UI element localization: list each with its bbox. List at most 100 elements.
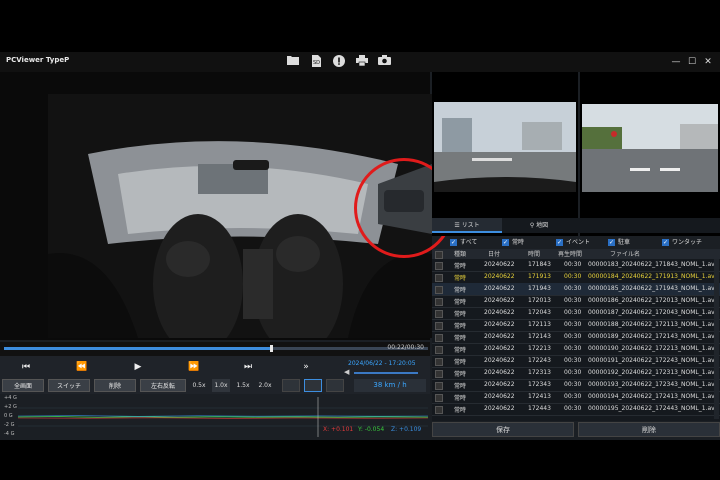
filter-event[interactable]: ✓ イベント	[556, 237, 590, 246]
cell-filename: 00000186_20240622_172013_NOML_1.avi	[588, 297, 717, 304]
cell-time: 172443	[528, 405, 551, 412]
filter-parking-label: 駐車	[618, 239, 631, 246]
header-time[interactable]: 時間	[528, 249, 540, 258]
row-checkbox[interactable]	[435, 286, 443, 294]
cell-duration: 00:30	[564, 357, 582, 364]
save-button[interactable]: 保存	[432, 422, 574, 437]
cell-type: 常時	[454, 263, 467, 270]
delete-clip-button[interactable]: 削除	[94, 379, 136, 392]
time-readout: 00:22/00:30	[387, 344, 424, 351]
tab-list[interactable]: ☰ リスト	[432, 218, 502, 233]
table-scrollbar[interactable]	[714, 259, 719, 419]
g-sensor-panel: +4 G +2 G 0 G -2 G -4 G X: +0.101 Y: -0.…	[0, 394, 430, 440]
app-title: PCViewer TypeP	[6, 56, 70, 64]
filter-all-label: すべて	[460, 239, 478, 246]
speed-1-5x[interactable]: 1.5x	[234, 379, 252, 392]
header-date[interactable]: 日付	[488, 249, 500, 258]
g-z-readout: Z: +0.109	[391, 426, 422, 433]
speaker-icon[interactable]: ◀	[344, 368, 349, 376]
header-filename[interactable]: ファイル名	[610, 249, 640, 258]
seek-handle[interactable]	[270, 345, 274, 352]
view-mode-main-button[interactable]	[304, 379, 322, 392]
cell-filename: 00000190_20240622_172213_NOML_1.avi	[588, 345, 717, 352]
viewer-window: PCViewer TypeP SD — ☐ ✕ 00:22/00:30 ⏮ ⏪ …	[0, 52, 720, 440]
filter-all[interactable]: ✓ すべて	[450, 237, 477, 246]
cell-date: 20240622	[484, 381, 515, 388]
cell-time: 172313	[528, 369, 551, 376]
row-checkbox[interactable]	[435, 346, 443, 354]
filter-normal[interactable]: ✓ 常時	[502, 237, 524, 246]
row-checkbox[interactable]	[435, 382, 443, 390]
row-checkbox[interactable]	[435, 394, 443, 402]
header-type[interactable]: 種類	[454, 249, 466, 258]
alert-icon[interactable]	[332, 55, 346, 69]
cell-type: 常時	[454, 359, 467, 366]
row-checkbox[interactable]	[435, 298, 443, 306]
view-mode-single-button[interactable]	[282, 379, 300, 392]
sd-card-icon[interactable]: SD	[309, 55, 323, 69]
rear-camera-view[interactable]	[580, 72, 720, 236]
row-checkbox[interactable]	[435, 322, 443, 330]
check-icon: ✓	[662, 239, 669, 246]
row-checkbox[interactable]	[435, 262, 443, 270]
cell-filename: 00000193_20240622_172343_NOML_1.avi	[588, 381, 717, 388]
folder-icon[interactable]	[286, 55, 300, 69]
row-checkbox[interactable]	[435, 274, 443, 282]
cell-time: 172243	[528, 357, 551, 364]
close-button[interactable]: ✕	[702, 55, 714, 69]
cell-date: 20240622	[484, 357, 515, 364]
row-checkbox[interactable]	[435, 358, 443, 366]
front-camera-view[interactable]	[432, 72, 578, 236]
next-file-button[interactable]: ⏭	[238, 360, 258, 374]
cell-duration: 00:30	[564, 285, 582, 292]
row-checkbox[interactable]	[435, 370, 443, 378]
list-actions: 保存 削除	[432, 422, 720, 438]
cell-duration: 00:30	[564, 345, 582, 352]
fullscreen-button[interactable]: 全画面	[2, 379, 44, 392]
cell-filename: 00000183_20240622_171843_NOML_1.avi	[588, 261, 717, 268]
cell-time: 172413	[528, 393, 551, 400]
camera-icon[interactable]	[377, 55, 391, 69]
check-icon: ✓	[502, 239, 509, 246]
print-icon[interactable]	[355, 55, 369, 69]
volume-slider[interactable]	[354, 372, 418, 374]
cell-time: 171913	[528, 273, 551, 280]
switch-button[interactable]: スイッチ	[48, 379, 90, 392]
view-mode-split-button[interactable]	[326, 379, 344, 392]
skip-button[interactable]: »	[296, 360, 316, 374]
mirror-button[interactable]: 左右反転	[140, 379, 186, 392]
delete-button[interactable]: 削除	[578, 422, 720, 437]
tab-list-label: リスト	[461, 222, 480, 229]
table-header: 種類 日付 時間 再生時間 ファイル名	[432, 249, 720, 259]
cell-type: 常時	[454, 275, 467, 282]
speed-0-5x[interactable]: 0.5x	[190, 379, 208, 392]
cell-type: 常時	[454, 287, 467, 294]
row-checkbox[interactable]	[435, 334, 443, 342]
volume-control[interactable]: ◀	[344, 368, 418, 376]
select-all-checkbox[interactable]	[435, 251, 443, 259]
fast-forward-button[interactable]: ⏩	[184, 360, 204, 374]
rewind-button[interactable]: ⏪	[72, 360, 92, 374]
previous-file-button[interactable]: ⏮	[16, 360, 36, 374]
tab-map[interactable]: ⚲ 地図	[504, 218, 574, 233]
filter-row: ✓ すべて ✓ 常時 ✓ イベント ✓ 駐車 ✓ ワンタッチ	[432, 235, 720, 249]
cell-date: 20240622	[484, 321, 515, 328]
minimize-button[interactable]: —	[670, 55, 682, 69]
row-checkbox[interactable]	[435, 310, 443, 318]
speed-2-0x[interactable]: 2.0x	[256, 379, 274, 392]
speed-1-0x[interactable]: 1.0x	[212, 379, 230, 392]
check-icon: ✓	[608, 239, 615, 246]
header-duration[interactable]: 再生時間	[558, 249, 582, 258]
table-row[interactable]: 常時 20240622 172443 00:30 00000195_20240622_1…	[432, 403, 720, 416]
row-checkbox[interactable]	[435, 406, 443, 414]
filter-parking[interactable]: ✓ 駐車	[608, 237, 630, 246]
cell-filename: 00000185_20240622_171943_NOML_1.avi	[588, 285, 717, 292]
filter-one-touch[interactable]: ✓ ワンタッチ	[662, 237, 702, 246]
seek-bar[interactable]	[4, 345, 428, 352]
maximize-button[interactable]: ☐	[686, 55, 698, 69]
cell-time: 171943	[528, 285, 551, 292]
cell-date: 20240622	[484, 405, 515, 412]
play-button[interactable]: ▶	[128, 360, 148, 374]
main-video-view[interactable]	[0, 72, 454, 340]
cell-time: 172143	[528, 333, 551, 340]
